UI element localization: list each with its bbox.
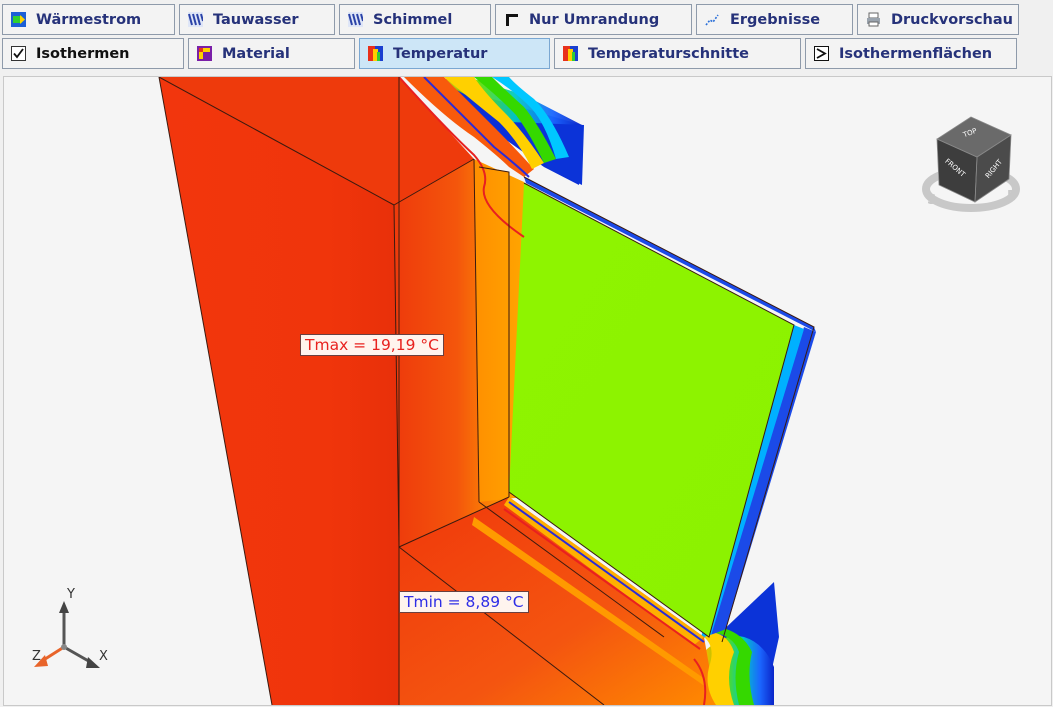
temperature-section-icon [563, 46, 578, 61]
isothermenflaechen-button[interactable]: Isothermenflächen [805, 38, 1017, 69]
mold-icon [348, 12, 364, 27]
axis-z-label: Z [32, 649, 41, 664]
material-label: Material [222, 45, 290, 62]
tmin-label: Tmin = 8,89 °C [399, 591, 529, 613]
nur-umrandung-label: Nur Umrandung [529, 11, 660, 28]
print-preview-icon [866, 12, 881, 27]
condensation-icon [188, 12, 204, 27]
ergebnisse-button[interactable]: Ergebnisse [696, 4, 853, 35]
toolbar-row-1: Wärmestrom Tauwasser Schimmel Nur Umrand… [0, 4, 1053, 38]
temperature-icon [368, 46, 383, 61]
druckvorschau-button[interactable]: Druckvorschau [857, 4, 1019, 35]
axis-x-label: X [99, 649, 108, 664]
nur-umrandung-button[interactable]: Nur Umrandung [495, 4, 692, 35]
isothermen-label: Isothermen [36, 45, 130, 62]
temperatur-label: Temperatur [393, 45, 488, 62]
isotherm-surface-icon [814, 46, 829, 61]
axis-triad: Y X Z [26, 587, 116, 679]
temperaturschnitte-label: Temperaturschnitte [588, 45, 750, 62]
druckvorschau-label: Druckvorschau [891, 11, 1013, 28]
results-chart-icon [705, 12, 720, 27]
material-button[interactable]: Material [188, 38, 355, 69]
material-icon [197, 46, 212, 61]
outline-icon [504, 12, 519, 27]
waermestrom-label: Wärmestrom [36, 11, 142, 28]
temperaturschnitte-button[interactable]: Temperaturschnitte [554, 38, 801, 69]
isothermenflaechen-label: Isothermenflächen [839, 45, 993, 62]
temperatur-button[interactable]: Temperatur [359, 38, 550, 69]
ergebnisse-label: Ergebnisse [730, 11, 821, 28]
tauwasser-button[interactable]: Tauwasser [179, 4, 335, 35]
axis-triad-icon [34, 601, 100, 668]
axis-y-label: Y [67, 587, 75, 602]
tauwasser-label: Tauwasser [213, 11, 299, 28]
schimmel-label: Schimmel [373, 11, 453, 28]
tmax-label: Tmax = 19,19 °C [300, 334, 444, 356]
checkbox-checked-icon[interactable] [11, 46, 26, 61]
heat-flow-icon [11, 12, 26, 27]
waermestrom-button[interactable]: Wärmestrom [2, 4, 175, 35]
compass-e-label[interactable]: E [1007, 189, 1016, 204]
schimmel-button[interactable]: Schimmel [339, 4, 491, 35]
isothermen-checkbox[interactable]: Isothermen [2, 38, 184, 69]
compass-s-label[interactable]: S [927, 193, 936, 208]
navigation-cube[interactable]: TOP FRONT RIGHT S E [919, 107, 1024, 217]
toolbar-row-2: Isothermen Material Temperatur Temperatu… [0, 38, 1053, 72]
3d-viewport[interactable]: Tmax = 19,19 °C Tmin = 8,89 °C TOP FRONT… [3, 76, 1052, 706]
